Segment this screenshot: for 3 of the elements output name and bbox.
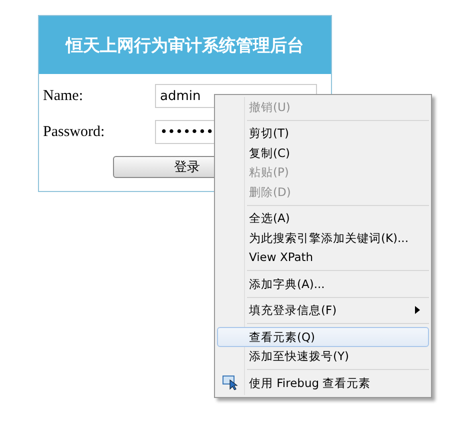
field-label: Password:: [43, 124, 106, 140]
field-label: Name:: [43, 88, 84, 104]
page-title: 恒天上网行为审计系统管理后台: [66, 34, 304, 56]
